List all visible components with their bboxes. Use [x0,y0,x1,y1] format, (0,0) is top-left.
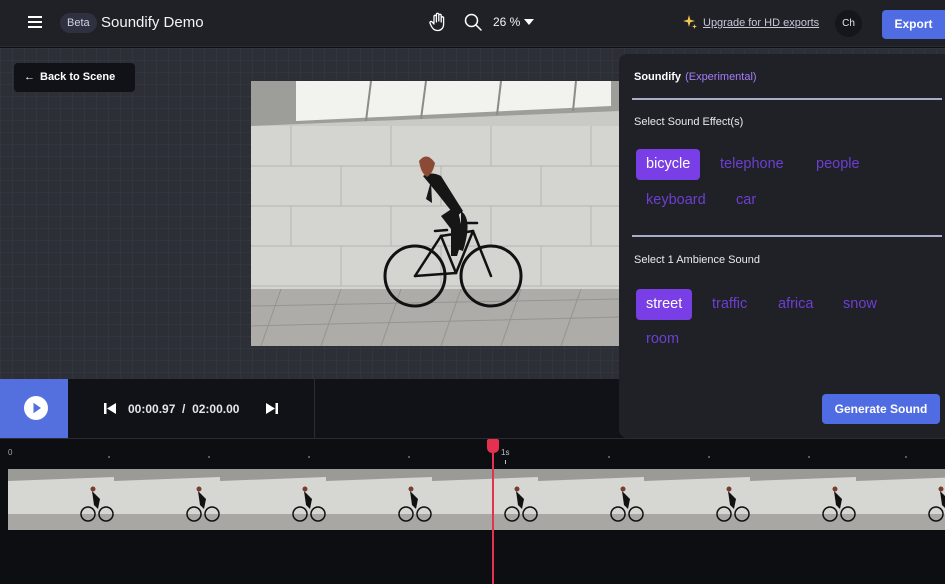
ambience-label: Select 1 Ambience Sound [634,254,760,266]
panel-title: Soundify (Experimental) [634,71,757,83]
ruler-tick [708,456,710,458]
zoom-level: 26 % [493,15,521,29]
skip-end-icon[interactable] [266,403,278,414]
experimental-label: (Experimental) [685,71,757,83]
video-preview[interactable] [251,81,620,346]
chip-bicycle[interactable]: bicycle [636,149,701,180]
chip-traffic[interactable]: traffic [702,289,757,320]
divider [314,379,315,438]
panel-title-text: Soundify [634,71,682,83]
ruler-tick [808,456,810,458]
chip-africa[interactable]: africa [768,289,823,320]
chip-telephone[interactable]: telephone [710,149,794,180]
back-to-scene-button[interactable]: ← Back to Scene [14,63,135,92]
chip-people[interactable]: people [806,149,870,180]
ruler-start-label: 0 [8,448,13,457]
thumbnail [8,469,114,530]
video-track[interactable] [8,469,945,530]
ruler-tick [308,456,310,458]
hand-icon[interactable] [429,12,447,32]
play-button[interactable] [0,379,68,438]
time-display: 00:00.97 / 02:00.00 [128,402,239,416]
avatar[interactable]: Ch [835,10,862,37]
zoom-dropdown[interactable]: 26 % [493,15,535,29]
chip-keyboard[interactable]: keyboard [636,185,716,216]
export-button[interactable]: Export [882,10,945,39]
sparkle-icon [683,15,697,29]
hamburger-icon[interactable] [28,16,42,30]
chip-car[interactable]: car [726,185,766,216]
divider [632,98,942,100]
arrow-left-icon: ← [24,71,35,83]
total-time: 02:00.00 [192,402,240,416]
playhead-handle[interactable] [487,439,499,453]
thumbnail [326,469,432,530]
sound-effects-label: Select Sound Effect(s) [634,116,744,128]
playhead[interactable] [492,439,494,584]
top-bar: Beta Soundify Demo 26 % Upgrade for HD e… [0,0,945,47]
thumbnail [750,469,856,530]
thumbnail [538,469,644,530]
ruler-tick [608,456,610,458]
timeline[interactable]: 0 1s [0,438,945,584]
thumbnail [856,469,945,530]
thumbnail [114,469,220,530]
ruler-tick [208,456,210,458]
soundify-panel: Soundify (Experimental) Select Sound Effe… [619,54,945,438]
soundify-editor: Beta Soundify Demo 26 % Upgrade for HD e… [0,0,945,584]
chip-room[interactable]: room [636,324,689,355]
divider [632,235,942,237]
ruler-tick [505,460,506,464]
thumbnail [220,469,326,530]
project-title[interactable]: Soundify Demo [101,14,204,31]
thumbnail [432,469,538,530]
back-to-scene-label: Back to Scene [40,71,116,83]
current-time: 00:00.97 [128,402,176,416]
chip-snow[interactable]: snow [833,289,887,320]
chip-street[interactable]: street [636,289,693,320]
chevron-down-icon [524,19,535,25]
thumbnail [644,469,750,530]
magnifier-icon[interactable] [464,13,482,31]
time-separator: / [182,402,186,416]
beta-badge: Beta [60,13,97,33]
skip-start-icon[interactable] [104,403,116,414]
ruler-tick [408,456,410,458]
generate-sound-button[interactable]: Generate Sound [822,394,940,424]
ruler-tick [108,456,110,458]
ruler-tick [905,456,907,458]
play-icon [24,396,48,420]
player-bar: 00:00.97 / 02:00.00 [0,379,619,438]
upgrade-link[interactable]: Upgrade for HD exports [703,17,819,29]
ruler-1s-label: 1s [501,448,510,457]
